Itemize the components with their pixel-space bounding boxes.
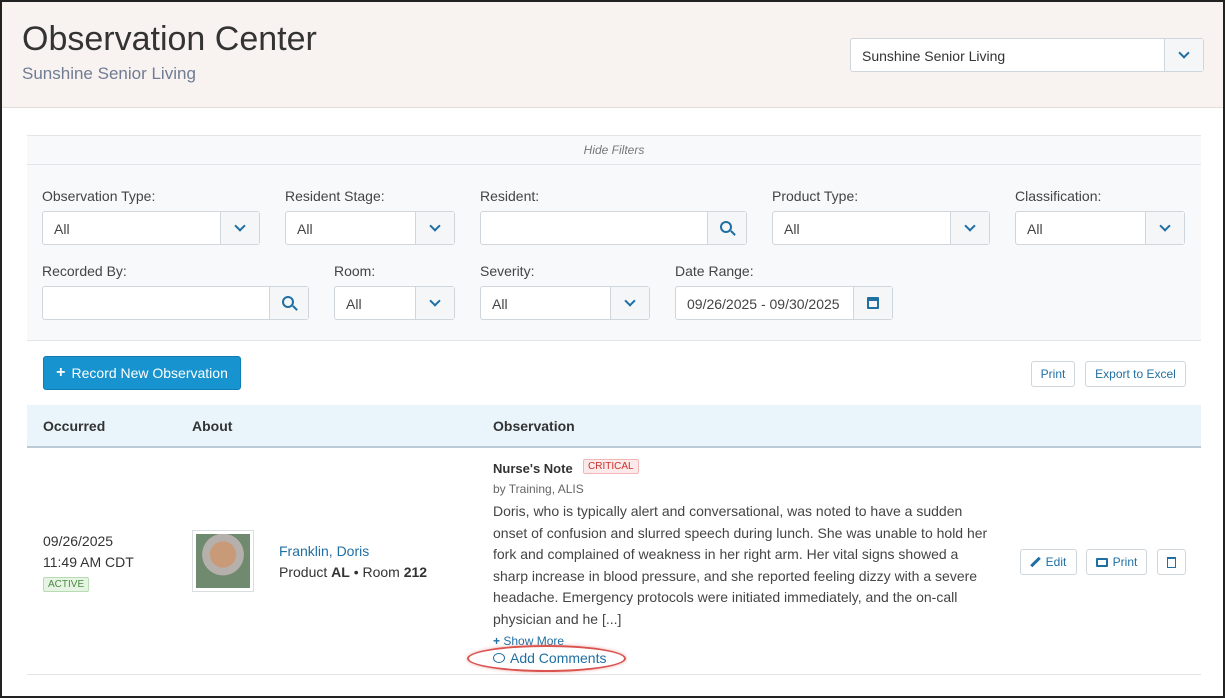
recorded-by-label: Recorded By: xyxy=(42,263,127,279)
observation-type-label: Observation Type: xyxy=(42,188,156,204)
plus-icon: + xyxy=(493,634,501,648)
product-value: AL xyxy=(331,564,350,580)
product-type-select[interactable]: All xyxy=(772,211,990,245)
observation-type-value: All xyxy=(54,221,70,237)
community-dropdown-button[interactable] xyxy=(1164,39,1203,71)
print-observation-label: Print xyxy=(1112,555,1138,569)
chevron-down-icon xyxy=(624,295,636,307)
date-range-label: Date Range: xyxy=(675,263,754,279)
export-to-excel-label: Export to Excel xyxy=(1095,367,1176,381)
resident-stage-label: Resident Stage: xyxy=(285,188,385,204)
chevron-down-icon xyxy=(1178,47,1190,59)
record-new-observation-label: Record New Observation xyxy=(71,365,228,381)
column-header-observation: Observation xyxy=(493,418,575,434)
observation-type-title: Nurse's Note xyxy=(493,461,573,476)
resident-stage-select[interactable]: All xyxy=(285,211,455,245)
classification-label: Classification: xyxy=(1015,188,1102,204)
print-list-label: Print xyxy=(1040,367,1066,381)
chevron-down-icon xyxy=(1159,220,1171,232)
severity-dropdown-button[interactable] xyxy=(610,287,649,319)
severity-value: All xyxy=(492,296,508,312)
product-type-dropdown-button[interactable] xyxy=(950,212,989,244)
search-icon xyxy=(282,296,294,308)
record-new-observation-button[interactable]: + Record New Observation xyxy=(43,356,241,390)
chevron-down-icon xyxy=(964,220,976,232)
observation-text: Doris, who is typically alert and conver… xyxy=(493,503,988,627)
page-subtitle: Sunshine Senior Living xyxy=(22,64,196,83)
date-range-input[interactable]: 09/26/2025 - 09/30/2025 xyxy=(675,286,893,320)
product-type-value: All xyxy=(784,221,800,237)
resident-avatar xyxy=(192,530,254,592)
resident-search-button[interactable] xyxy=(707,212,746,244)
table-row: 09/26/2025 11:49 AM CDT ACTIVE Franklin,… xyxy=(27,448,1201,675)
severity-label: Severity: xyxy=(480,263,535,279)
print-observation-button[interactable]: Print xyxy=(1086,549,1147,575)
observation-type-dropdown-button[interactable] xyxy=(220,212,259,244)
classification-select[interactable]: All xyxy=(1015,211,1185,245)
resident-stage-dropdown-button[interactable] xyxy=(415,212,454,244)
severity-select[interactable]: All xyxy=(480,286,650,320)
table-header: Occurred About Observation xyxy=(27,405,1201,448)
resident-product-room: Product AL • Room 212 xyxy=(279,564,427,580)
classification-value: All xyxy=(1027,221,1043,237)
resident-label: Resident: xyxy=(480,188,540,204)
column-header-occurred: Occurred xyxy=(43,418,106,434)
chevron-down-icon xyxy=(234,220,246,232)
room-label: Room: xyxy=(334,263,376,279)
status-badge: ACTIVE xyxy=(43,577,90,592)
product-prefix: Product xyxy=(279,564,332,580)
date-range-value: 09/26/2025 - 09/30/2025 xyxy=(687,296,840,312)
room-dropdown-button[interactable] xyxy=(415,287,454,319)
calendar-icon xyxy=(867,297,879,309)
severity-badge: CRITICAL xyxy=(583,459,639,474)
observation-type-select[interactable]: All xyxy=(42,211,260,245)
resident-search-input[interactable] xyxy=(480,211,747,245)
delete-observation-button[interactable] xyxy=(1157,549,1186,575)
room-value: 212 xyxy=(403,564,428,580)
trash-icon xyxy=(1167,556,1176,568)
chevron-down-icon xyxy=(429,295,441,307)
room-prefix: • Room xyxy=(349,564,404,580)
occurred-time: 11:49 AM CDT xyxy=(43,554,134,570)
classification-dropdown-button[interactable] xyxy=(1145,212,1184,244)
community-select[interactable]: Sunshine Senior Living xyxy=(850,38,1204,72)
export-to-excel-button[interactable]: Export to Excel xyxy=(1085,361,1186,387)
observation-author: by Training, ALIS xyxy=(493,482,584,496)
hide-filters-link[interactable]: Hide Filters xyxy=(27,136,1201,165)
recorded-by-search-input[interactable] xyxy=(42,286,309,320)
page-title: Observation Center xyxy=(22,20,317,58)
date-range-calendar-button[interactable] xyxy=(853,287,892,319)
observation-center-page: Observation Center Sunshine Senior Livin… xyxy=(0,0,1225,698)
add-comments-highlight-oval xyxy=(467,645,626,672)
room-value: All xyxy=(346,296,362,312)
resident-stage-value: All xyxy=(297,221,313,237)
community-select-value: Sunshine Senior Living xyxy=(862,48,1006,64)
resident-photo xyxy=(196,534,250,588)
occurred-date: 09/26/2025 xyxy=(43,533,114,549)
action-toolbar: + Record New Observation Print Export to… xyxy=(27,342,1201,405)
chevron-down-icon xyxy=(429,220,441,232)
pencil-icon xyxy=(1031,557,1041,567)
resident-name-link[interactable]: Franklin, Doris xyxy=(279,543,369,559)
room-select[interactable]: All xyxy=(334,286,455,320)
plus-icon: + xyxy=(56,364,66,381)
page-header: Observation Center Sunshine Senior Livin… xyxy=(2,2,1223,108)
edit-observation-button[interactable]: Edit xyxy=(1020,549,1077,575)
print-list-button[interactable]: Print xyxy=(1031,361,1075,387)
recorded-by-search-button[interactable] xyxy=(269,287,308,319)
product-type-label: Product Type: xyxy=(772,188,859,204)
filters-panel: Hide Filters Observation Type: All Resid… xyxy=(27,135,1201,341)
search-icon xyxy=(720,221,732,233)
column-header-about: About xyxy=(192,418,233,434)
edit-label: Edit xyxy=(1045,555,1067,569)
printer-icon xyxy=(1095,557,1108,567)
